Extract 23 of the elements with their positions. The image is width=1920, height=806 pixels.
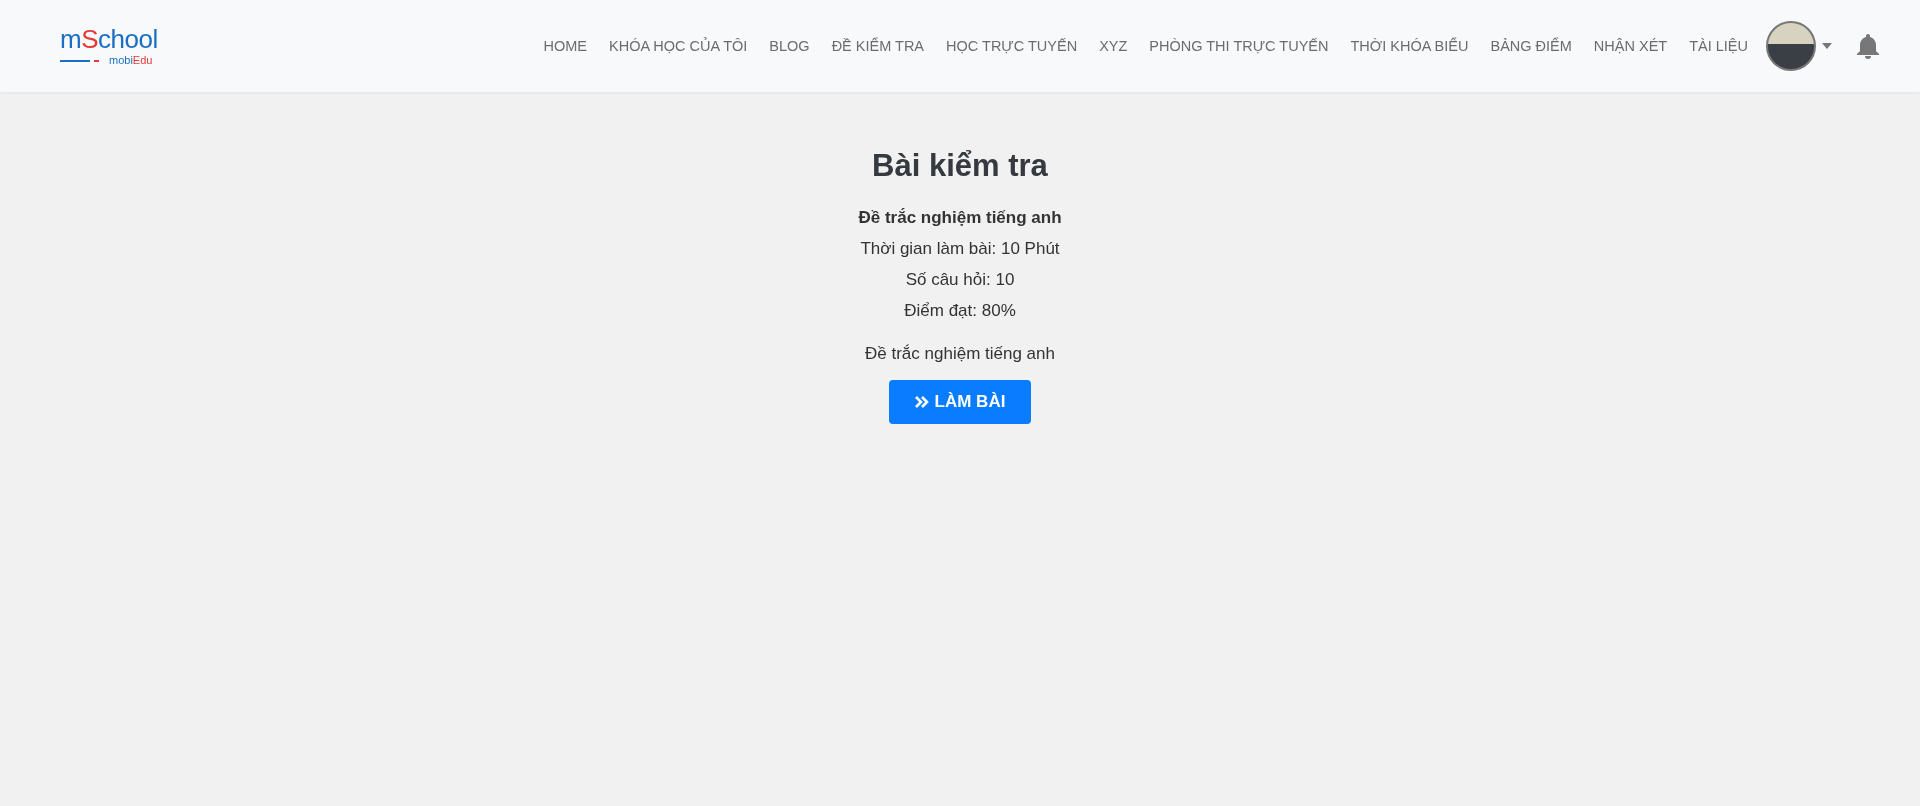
nav-link[interactable]: PHÒNG THI TRỰC TUYẾN [1149,38,1329,54]
start-test-button[interactable]: LÀM BÀI [888,380,1032,424]
double-chevron-icon [914,396,929,408]
test-description: Đề trắc nghiệm tiếng anh [865,344,1055,364]
test-name: Đề trắc nghiệm tiếng anh [858,208,1062,228]
nav-link[interactable]: BẢNG ĐIỂM [1490,38,1572,54]
nav-link[interactable]: THỜI KHÓA BIỂU [1350,38,1469,54]
nav-link[interactable]: HOME [543,38,587,54]
page-title: Bài kiểm tra [872,148,1048,184]
nav-link[interactable]: KHÓA HỌC CỦA TÔI [609,38,748,54]
nav-link[interactable]: XYZ [1099,38,1128,54]
test-detail: Thời gian làm bài: 10 Phút [860,239,1060,259]
nav-link[interactable]: BLOG [769,38,810,54]
nav-link[interactable]: HỌC TRỰC TUYẾN [946,38,1078,54]
nav-link[interactable]: TÀI LIỆU [1689,38,1748,54]
bell-icon[interactable] [1856,33,1880,59]
test-detail: Số câu hỏi: 10 [905,270,1015,290]
avatar-photo-placeholder[interactable] [1766,21,1816,71]
nav-link[interactable]: NHẬN XÉT [1593,38,1668,54]
nav-link[interactable]: ĐỀ KIỂM TRA [831,38,925,54]
test-detail: Điểm đạt: 80% [904,301,1016,321]
caret-icon[interactable] [1822,43,1832,49]
mschool-logo[interactable]: mSchool mobiEdu [60,26,158,66]
